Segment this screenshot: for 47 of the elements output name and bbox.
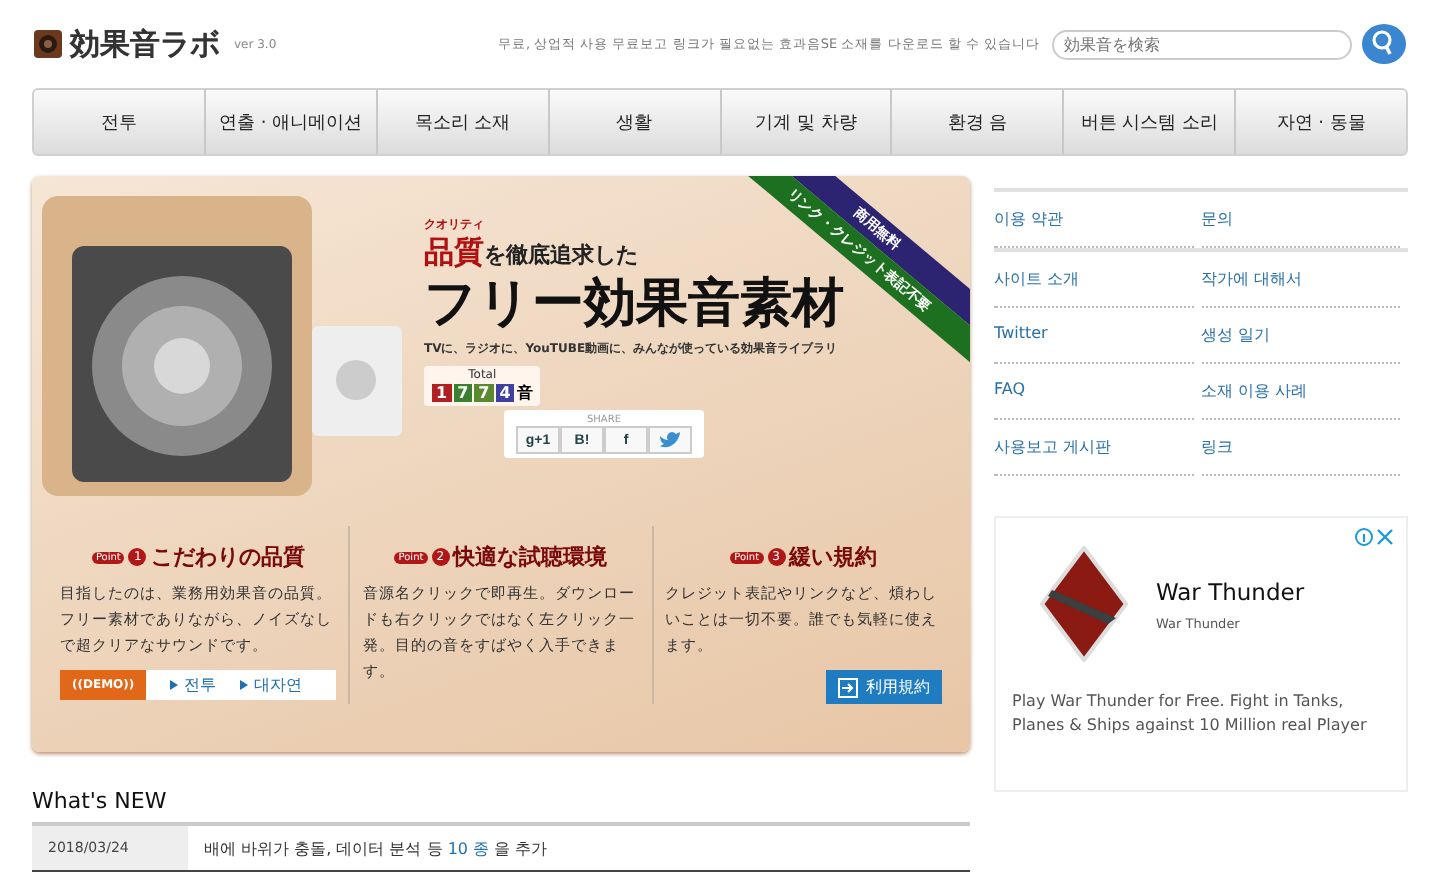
share-button[interactable] (648, 426, 692, 454)
point-title: こだわりの品質 (150, 542, 305, 572)
sidebar-link[interactable]: 생성 일기 (1201, 308, 1400, 364)
news-link[interactable]: 10 종 (447, 839, 490, 857)
point-title: 快適な試聴環境 (453, 542, 608, 572)
category-tab[interactable]: 연출 · 애니메이션 (205, 90, 378, 154)
sidebar-link[interactable]: 사이트 소개 (994, 252, 1193, 308)
sidebar-link[interactable]: 사용보고 게시판 (994, 420, 1193, 476)
point-title: 緩い規約 (789, 542, 878, 572)
counter-digit: 7 (474, 384, 494, 402)
counter-digit: 1 (432, 384, 452, 402)
category-tab[interactable]: 기계 및 차량 (721, 90, 893, 154)
news-heading: What's NEW (32, 788, 169, 814)
category-tab[interactable]: 전투 (34, 90, 206, 154)
headline-accent: 品質 (424, 234, 484, 272)
news-text: 배에 바위가 충돌, 데이터 분석 등 10 종 을 추가 (204, 837, 548, 859)
demo-link[interactable]: 대자연 (254, 674, 303, 696)
ad-title[interactable]: War Thunder (1156, 577, 1305, 605)
arrow-icon (837, 677, 858, 697)
sidebar-link[interactable]: 링크 (1201, 420, 1400, 476)
sidebar-link[interactable]: 소재 이용 사례 (1201, 364, 1400, 420)
bird-icon (658, 430, 682, 450)
category-tab[interactable]: 환경 음 (892, 90, 1065, 154)
counter-digit: 4 (495, 384, 515, 402)
sidebar-link[interactable]: FAQ (994, 364, 1193, 420)
category-tab[interactable]: 생활 (549, 90, 721, 154)
category-tab[interactable]: 목소리 소재 (377, 90, 550, 154)
sidebar-link[interactable]: Twitter (994, 308, 1193, 364)
category-tab[interactable]: 자연 · 동물 (1236, 90, 1406, 154)
terms-button[interactable]: 利用規約 (825, 670, 942, 704)
triangle-bullet-icon (240, 680, 249, 690)
triangle-bullet-icon (170, 680, 179, 690)
search-icon[interactable] (1360, 22, 1408, 66)
ad-description: Play War Thunder for Free. Fight in Tanks, Planes & Ships against 10 Million real Player (1012, 690, 1369, 738)
speaker-logo-icon (32, 28, 64, 60)
site-logo[interactable]: 効果音ラボ (70, 25, 220, 63)
demo-link[interactable]: 전투 (184, 674, 217, 696)
sidebar-link[interactable]: 이용 약관 (994, 192, 1193, 248)
ad-info-close-icon[interactable] (1354, 528, 1394, 546)
headline-text: を徹底追求した (484, 240, 638, 270)
counter-digit: 7 (453, 384, 473, 402)
banner-title: フリー効果音素材 (424, 272, 844, 336)
sidebar-link[interactable]: 작가에 대해서 (1201, 252, 1400, 308)
category-tab[interactable]: 버튼 시스템 소리 (1064, 90, 1237, 154)
counter-unit: 音 (516, 382, 533, 404)
search-field[interactable]: 効果音を検索 (1052, 29, 1352, 59)
sidebar-link[interactable]: 문의 (1201, 192, 1400, 248)
